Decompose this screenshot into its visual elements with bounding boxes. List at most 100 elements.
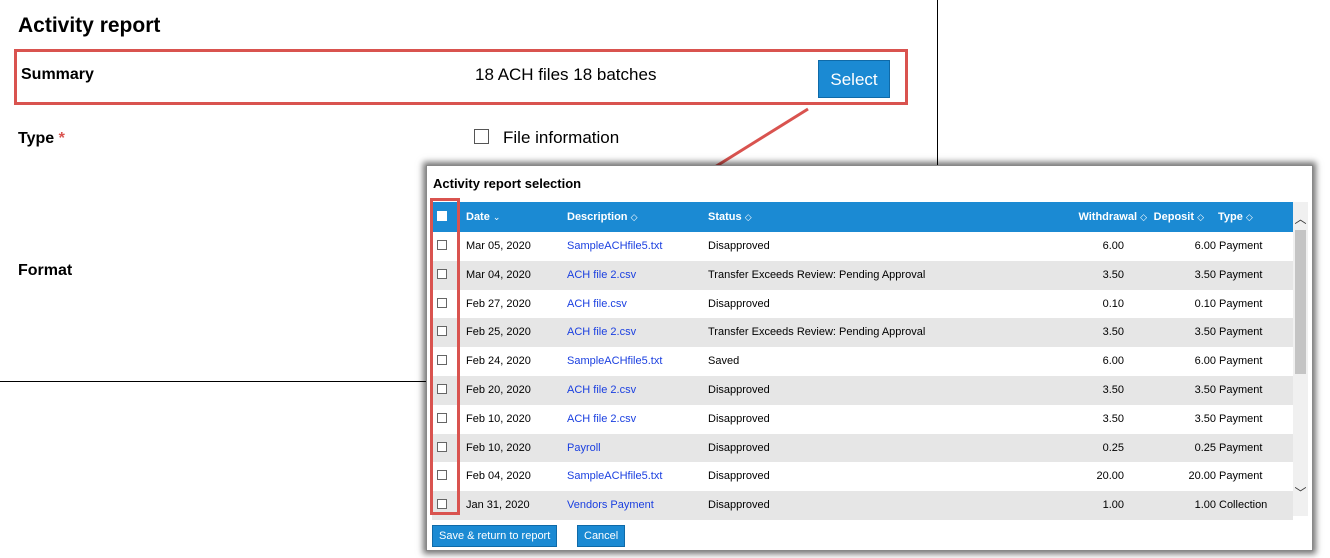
row-withdrawal: 0.25 bbox=[1102, 441, 1124, 454]
col-description-label: Description bbox=[567, 211, 628, 223]
row-description-link[interactable]: SampleACHfile5.txt bbox=[567, 355, 662, 367]
scroll-up-icon[interactable]: ︿ bbox=[1293, 210, 1308, 227]
cancel-button[interactable]: Cancel bbox=[577, 525, 626, 547]
table-row[interactable]: Feb 10, 2020 Payroll Disapproved 0.25 0.… bbox=[432, 433, 1293, 463]
table-row[interactable]: Feb 04, 2020 SampleACHfile5.txt Disappro… bbox=[432, 462, 1293, 491]
format-label: Format bbox=[18, 262, 73, 279]
row-type: Payment bbox=[1219, 355, 1263, 368]
sort-desc-icon: ⌄ bbox=[492, 212, 501, 222]
scrollbar-thumb[interactable] bbox=[1295, 230, 1306, 374]
select-button[interactable]: Select bbox=[818, 60, 890, 98]
row-deposit: 3.50 bbox=[1194, 412, 1216, 425]
row-withdrawal: 0.10 bbox=[1102, 297, 1124, 310]
table-row[interactable]: Mar 05, 2020 SampleACHfile5.txt Disappro… bbox=[432, 232, 1293, 261]
row-description-link[interactable]: ACH file 2.csv bbox=[567, 326, 636, 338]
col-date-label: Date bbox=[466, 211, 490, 223]
table-row[interactable]: Jan 31, 2020 Vendors Payment Disapproved… bbox=[432, 491, 1293, 520]
row-status: Saved bbox=[708, 355, 740, 368]
row-date: Feb 27, 2020 bbox=[466, 297, 531, 310]
row-description-link[interactable]: SampleACHfile5.txt bbox=[567, 240, 662, 252]
summary-label: Summary bbox=[21, 66, 94, 83]
row-withdrawal: 3.50 bbox=[1102, 326, 1124, 339]
save-return-button[interactable]: Save & return to report bbox=[432, 525, 558, 547]
required-mark: * bbox=[58, 130, 65, 147]
row-description-link[interactable]: Vendors Payment bbox=[567, 499, 654, 511]
sort-icon: ◇ bbox=[744, 212, 752, 222]
row-deposit: 3.50 bbox=[1194, 383, 1216, 396]
table-row[interactable]: Feb 20, 2020 ACH file 2.csv Disapproved … bbox=[432, 375, 1293, 405]
row-withdrawal: 3.50 bbox=[1102, 412, 1124, 425]
summary-row: Summary 18 ACH files 18 batches Select bbox=[14, 49, 908, 105]
vertical-scrollbar[interactable]: ︿ ﹀ bbox=[1293, 202, 1308, 516]
sort-icon: ◇ bbox=[1245, 212, 1253, 222]
file-information-checkbox[interactable] bbox=[474, 129, 489, 144]
row-date: Feb 04, 2020 bbox=[466, 470, 531, 483]
file-information-label: File information bbox=[503, 128, 620, 147]
table-header: Date ⌄ Description ◇ Status ◇ Withdrawal… bbox=[432, 202, 1293, 232]
table-row[interactable]: Feb 27, 2020 ACH file.csv Disapproved 0.… bbox=[432, 290, 1293, 319]
row-status: Disapproved bbox=[708, 240, 770, 252]
row-type: Payment bbox=[1219, 326, 1263, 339]
row-withdrawal: 6.00 bbox=[1102, 240, 1124, 252]
scroll-down-icon[interactable]: ﹀ bbox=[1293, 484, 1308, 501]
row-date: Jan 31, 2020 bbox=[466, 499, 530, 512]
page-title: Activity report bbox=[18, 14, 161, 37]
row-status: Disapproved bbox=[708, 441, 770, 454]
row-description-link[interactable]: Payroll bbox=[567, 442, 601, 454]
row-type: Payment bbox=[1219, 412, 1263, 425]
row-deposit: 6.00 bbox=[1194, 355, 1216, 368]
row-status: Disapproved bbox=[708, 412, 770, 425]
type-label: Type * bbox=[18, 130, 65, 148]
table-row[interactable]: Mar 04, 2020 ACH file 2.csv Transfer Exc… bbox=[432, 260, 1293, 290]
file-information-option[interactable]: File information bbox=[474, 128, 619, 148]
col-withdrawal[interactable]: Withdrawal ◇ bbox=[1078, 211, 1147, 223]
row-deposit: 3.50 bbox=[1194, 268, 1216, 281]
row-date: Feb 10, 2020 bbox=[466, 441, 531, 454]
row-status: Disapproved bbox=[708, 297, 770, 310]
row-deposit: 0.25 bbox=[1194, 441, 1216, 454]
row-date: Mar 04, 2020 bbox=[466, 268, 531, 281]
col-status-label: Status bbox=[708, 211, 742, 223]
dialog-title: Activity report selection bbox=[433, 176, 582, 191]
selection-table: Date ⌄ Description ◇ Status ◇ Withdrawal… bbox=[432, 202, 1293, 520]
col-description[interactable]: Description ◇ bbox=[567, 211, 638, 223]
col-type[interactable]: Type ◇ bbox=[1218, 211, 1253, 223]
row-status: Transfer Exceeds Review: Pending Approva… bbox=[708, 326, 926, 339]
table-row[interactable]: Feb 25, 2020 ACH file 2.csv Transfer Exc… bbox=[432, 318, 1293, 348]
row-type: Collection bbox=[1219, 499, 1268, 512]
col-withdrawal-label: Withdrawal bbox=[1078, 211, 1138, 223]
row-status: Transfer Exceeds Review: Pending Approva… bbox=[708, 268, 926, 281]
row-date: Feb 24, 2020 bbox=[466, 355, 531, 368]
row-withdrawal: 3.50 bbox=[1102, 268, 1124, 281]
row-deposit: 20.00 bbox=[1188, 470, 1216, 483]
col-status[interactable]: Status ◇ bbox=[708, 211, 752, 223]
row-withdrawal: 3.50 bbox=[1102, 383, 1124, 396]
checkbox-column-highlight bbox=[430, 198, 460, 515]
row-deposit: 6.00 bbox=[1194, 240, 1216, 252]
row-type: Payment bbox=[1219, 470, 1263, 483]
row-withdrawal: 20.00 bbox=[1096, 470, 1124, 483]
row-status: Disapproved bbox=[708, 383, 770, 396]
row-type: Payment bbox=[1219, 383, 1263, 396]
row-description-link[interactable]: ACH file 2.csv bbox=[567, 269, 636, 281]
table-row[interactable]: Feb 24, 2020 SampleACHfile5.txt Saved 6.… bbox=[432, 347, 1293, 376]
row-type: Payment bbox=[1219, 240, 1263, 252]
sort-icon: ◇ bbox=[1197, 212, 1204, 222]
table-row[interactable]: Feb 10, 2020 ACH file 2.csv Disapproved … bbox=[432, 405, 1293, 434]
summary-value: 18 ACH files 18 batches bbox=[475, 65, 657, 84]
col-type-label: Type bbox=[1218, 211, 1243, 223]
type-label-text: Type bbox=[18, 130, 55, 147]
row-description-link[interactable]: ACH file.csv bbox=[567, 298, 627, 310]
row-type: Payment bbox=[1219, 297, 1263, 310]
col-date[interactable]: Date ⌄ bbox=[466, 211, 500, 223]
row-type: Payment bbox=[1219, 268, 1263, 281]
row-date: Feb 20, 2020 bbox=[466, 383, 531, 396]
row-date: Feb 25, 2020 bbox=[466, 326, 531, 339]
col-deposit-label: Deposit bbox=[1153, 211, 1195, 223]
row-description-link[interactable]: ACH file 2.csv bbox=[567, 413, 636, 425]
row-description-link[interactable]: SampleACHfile5.txt bbox=[567, 470, 662, 482]
row-date: Mar 05, 2020 bbox=[466, 240, 531, 252]
col-deposit[interactable]: Deposit ◇ bbox=[1154, 211, 1204, 223]
row-description-link[interactable]: ACH file 2.csv bbox=[567, 384, 636, 396]
activity-report-selection-dialog: Activity report selection Date ⌄ Descrip… bbox=[426, 165, 1313, 551]
